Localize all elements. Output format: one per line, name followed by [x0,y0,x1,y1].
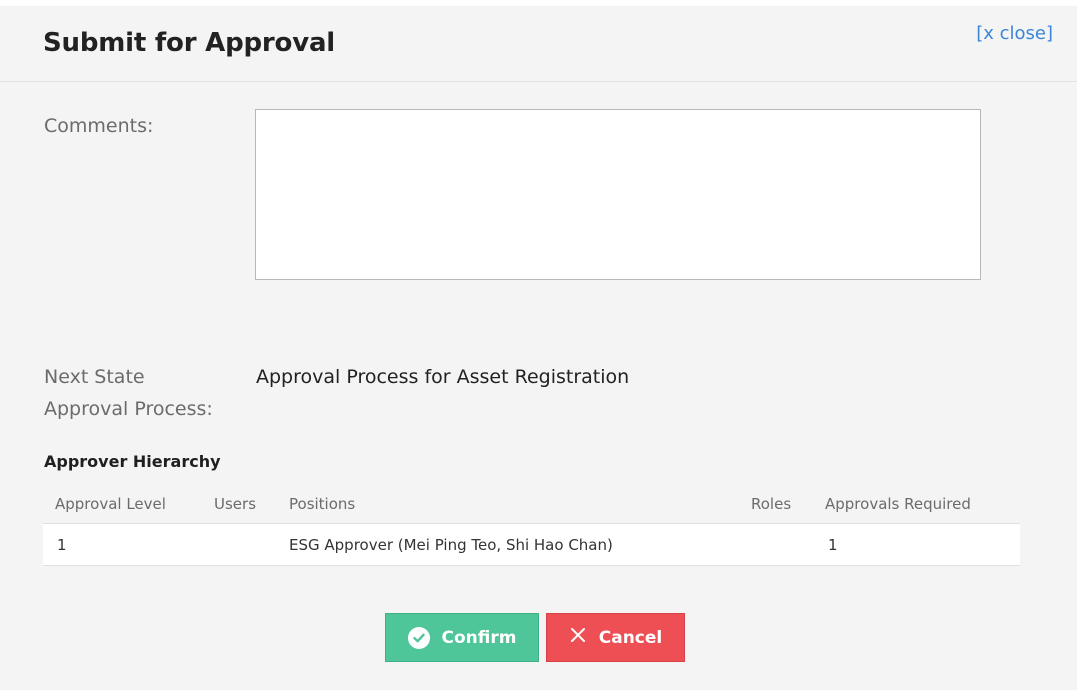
cancel-button[interactable]: Cancel [546,613,685,662]
cell-positions: ESG Approver (Mei Ping Teo, Shi Hao Chan… [289,536,613,554]
column-header-users: Users [214,495,257,513]
dialog-title: Submit for Approval [43,28,336,58]
submit-approval-dialog: Submit for Approval [x close] Comments: … [0,6,1077,690]
comments-label: Comments: [44,115,154,137]
approver-hierarchy-table: Approval Level Users Positions Roles App… [43,485,1020,566]
confirm-button[interactable]: Confirm [385,613,539,662]
next-state-value: Approval Process for Asset Registration [256,366,630,388]
table-row: 1 ESG Approver (Mei Ping Teo, Shi Hao Ch… [43,524,1020,566]
next-state-label-line1: Next State [44,366,145,388]
confirm-button-label: Confirm [441,627,517,648]
comments-textarea[interactable] [255,109,981,280]
dialog-header: Submit for Approval [x close] [0,6,1077,82]
column-header-approval-level: Approval Level [55,495,166,513]
column-header-roles: Roles [751,495,792,513]
column-header-positions: Positions [289,495,356,513]
table-header-row: Approval Level Users Positions Roles App… [43,485,1020,524]
cell-approvals-required: 1 [828,536,838,554]
x-icon [569,623,587,649]
close-link[interactable]: [x close] [976,23,1053,44]
column-header-approvals-required: Approvals Required [825,495,971,513]
cancel-button-label: Cancel [598,627,663,648]
approver-hierarchy-heading: Approver Hierarchy [44,452,221,471]
next-state-label-line2: Approval Process: [44,398,213,420]
check-circle-icon [407,626,430,649]
cell-approval-level: 1 [57,536,67,554]
